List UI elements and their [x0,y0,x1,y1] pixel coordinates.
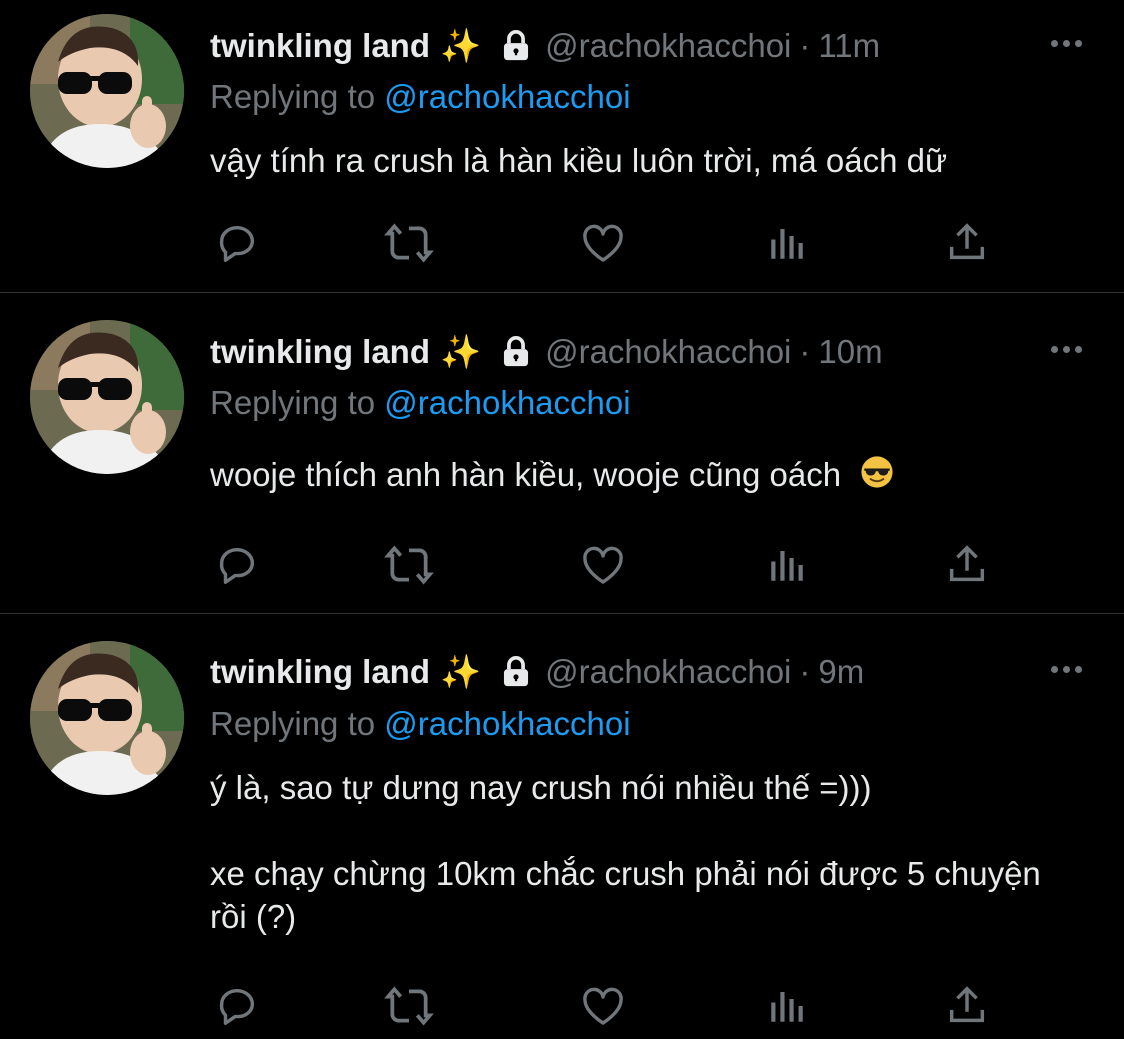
tweet-actions [212,981,1002,1031]
retweet-icon[interactable] [384,981,434,1031]
separator: · [799,653,811,690]
more-icon[interactable] [1051,40,1082,47]
views-icon[interactable] [762,218,812,268]
like-icon[interactable] [578,540,628,590]
tweet[interactable]: twinkling land ✨ @rachokhacchoi · 10m Re… [0,293,1124,613]
tweet-actions [212,218,1002,268]
timestamp[interactable]: 11m [818,27,880,65]
tweet-text: wooje thích anh hàn kiều, wooje cũng oác… [210,453,1090,499]
avatar-image [30,641,184,795]
lock-icon [499,655,533,689]
mention-link[interactable]: @rachokhacchoi [384,78,630,115]
lock-icon [499,335,533,369]
share-icon[interactable] [942,218,992,268]
separator: · [799,27,811,64]
separator: · [799,333,811,370]
timestamp[interactable]: 9m [818,653,864,691]
tweet-text-blank-line [210,809,1090,852]
mention-link[interactable]: @rachokhacchoi [384,705,630,742]
tweet-header: twinkling land ✨ @rachokhacchoi · 10m [210,328,883,376]
user-handle[interactable]: @rachokhacchoi [545,27,791,65]
avatar[interactable] [30,641,184,795]
tweet-text-line: wooje thích anh hàn kiều, wooje cũng oác… [210,456,842,493]
replying-prefix: Replying to [210,78,376,115]
mention-link[interactable]: @rachokhacchoi [384,384,630,421]
display-name[interactable]: twinkling land [210,27,430,65]
tweet-text-line: xe chạy chừng 10km chắc crush phải nói đ… [210,855,1041,935]
sparkle-emoji: ✨ [440,652,482,690]
more-icon[interactable] [1051,346,1082,353]
replying-prefix: Replying to [210,705,376,742]
tweet[interactable]: twinkling land ✨ @rachokhacchoi · 11m Re… [0,0,1124,292]
tweet-text-line: vậy tính ra crush là hàn kiều luôn trời,… [210,142,948,179]
tweet[interactable]: twinkling land ✨ @rachokhacchoi · 9m Rep… [0,614,1124,1039]
like-icon[interactable] [578,218,628,268]
retweet-icon[interactable] [384,218,434,268]
lock-icon [499,29,533,63]
share-icon[interactable] [942,540,992,590]
display-name[interactable]: twinkling land [210,653,430,691]
tweet-text-line: ý là, sao tự dưng nay crush nói nhiều th… [210,769,872,806]
user-handle[interactable]: @rachokhacchoi [545,333,791,371]
avatar-image [30,14,184,168]
tweet-text: ý là, sao tự dưng nay crush nói nhiều th… [210,766,1090,938]
tweet-text: vậy tính ra crush là hàn kiều luôn trời,… [210,139,1090,182]
reply-icon[interactable] [212,981,262,1031]
replying-to: Replying to @rachokhacchoi [210,705,631,743]
more-icon[interactable] [1051,666,1082,673]
avatar-image [30,320,184,474]
timestamp[interactable]: 10m [818,333,882,371]
share-icon[interactable] [942,981,992,1031]
avatar[interactable] [30,320,184,474]
tweet-header: twinkling land ✨ @rachokhacchoi · 11m [210,22,880,70]
avatar[interactable] [30,14,184,168]
replying-to: Replying to @rachokhacchoi [210,384,631,422]
replying-prefix: Replying to [210,384,376,421]
like-icon[interactable] [578,981,628,1031]
replying-to: Replying to @rachokhacchoi [210,78,631,116]
tweet-actions [212,540,1002,590]
views-icon[interactable] [762,981,812,1031]
tweet-header: twinkling land ✨ @rachokhacchoi · 9m [210,648,864,696]
sunglasses-emoji-icon [860,455,894,499]
views-icon[interactable] [762,540,812,590]
display-name[interactable]: twinkling land [210,333,430,371]
reply-icon[interactable] [212,540,262,590]
sparkle-emoji: ✨ [440,26,482,64]
retweet-icon[interactable] [384,540,434,590]
sparkle-emoji: ✨ [440,332,482,370]
reply-icon[interactable] [212,218,262,268]
user-handle[interactable]: @rachokhacchoi [545,653,791,691]
